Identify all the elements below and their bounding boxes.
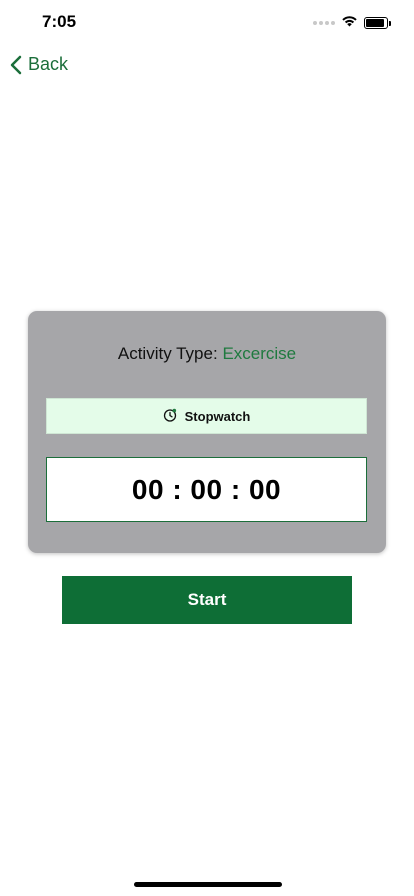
stopwatch-icon	[163, 408, 177, 425]
stopwatch-label: Stopwatch	[184, 408, 251, 424]
home-indicator[interactable]	[134, 882, 282, 887]
timer-minutes: 00	[190, 473, 223, 505]
back-button[interactable]: Back	[10, 54, 68, 75]
timer-display: 00 : 00 : 00	[46, 457, 367, 522]
status-time: 7:05	[42, 12, 77, 31]
timer-separator: :	[172, 473, 183, 505]
start-label: Start	[187, 590, 227, 609]
activity-type-line: Activity Type: Excercise	[28, 344, 386, 364]
stopwatch-mode-button[interactable]: Stopwatch	[46, 398, 367, 434]
activity-card: Activity Type: Excercise Stopwatch 00 : …	[28, 311, 386, 553]
timer-hours: 00	[131, 473, 165, 505]
wifi-icon	[341, 14, 358, 32]
status-bar: 7:05	[0, 0, 414, 46]
status-icons	[313, 14, 391, 32]
back-label: Back	[28, 54, 69, 74]
signal-dots-icon	[313, 21, 335, 25]
timer-separator: :	[230, 473, 241, 505]
activity-type-label: Activity Type:	[117, 344, 218, 363]
battery-icon	[364, 17, 391, 29]
timer-seconds: 00	[248, 473, 282, 505]
activity-type-value: Excercise	[222, 344, 297, 363]
chevron-left-icon	[10, 55, 22, 75]
start-button[interactable]: Start	[62, 576, 352, 624]
timer-text: 00 : 00 : 00	[132, 474, 281, 506]
